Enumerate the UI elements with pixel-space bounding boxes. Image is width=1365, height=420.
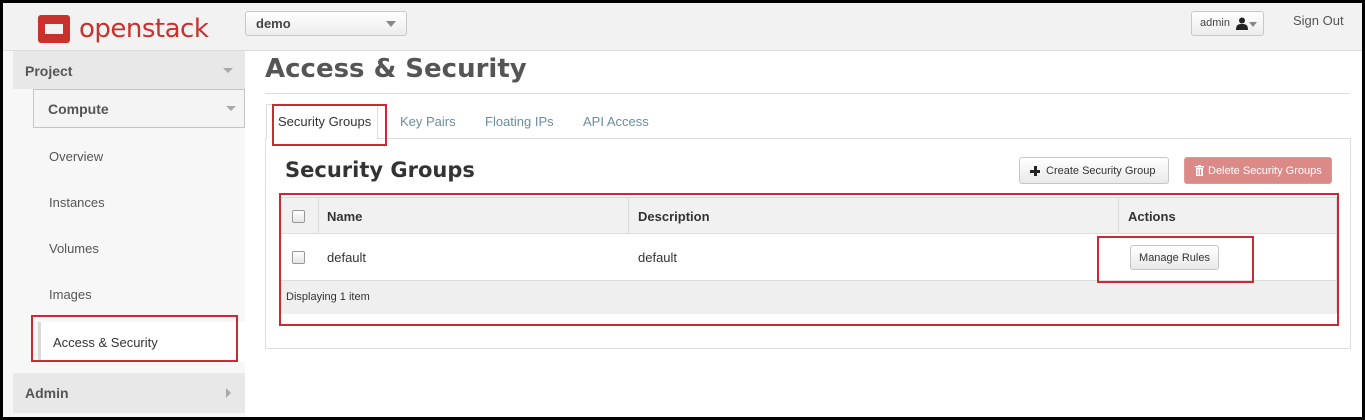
sidebar-item-volumes[interactable]: Volumes	[49, 241, 99, 256]
sidebar-item-access-security[interactable]: Access & Security	[38, 322, 245, 362]
user-icon	[1236, 17, 1248, 30]
column-header-actions: Actions	[1128, 209, 1176, 224]
column-header-description[interactable]: Description	[638, 209, 710, 224]
tab-floating-ips[interactable]: Floating IPs	[485, 114, 554, 129]
sidebar-subsection-label: Compute	[48, 101, 109, 117]
sidebar-item-overview[interactable]: Overview	[49, 149, 103, 164]
table-footer: Displaying 1 item	[281, 281, 1336, 314]
logo-text: openstack	[79, 14, 209, 44]
chevron-down-icon	[386, 21, 396, 27]
sidebar: Project Compute Overview Instances Volum…	[3, 51, 245, 417]
create-security-group-button[interactable]: Create Security Group	[1019, 157, 1169, 184]
sidebar-section-label: Project	[25, 63, 73, 79]
table-header: Name Description Actions	[281, 198, 1336, 234]
page-title: Access & Security	[265, 54, 527, 84]
sign-out-link[interactable]: Sign Out	[1293, 13, 1344, 28]
top-navbar: openstack demo admin Sign Out	[3, 3, 1362, 51]
openstack-logo[interactable]: openstack	[37, 12, 209, 46]
tab-api-access[interactable]: API Access	[583, 114, 649, 129]
chevron-down-icon	[226, 106, 236, 111]
tab-key-pairs[interactable]: Key Pairs	[400, 114, 456, 129]
cell-name: default	[327, 250, 367, 265]
sidebar-subsection-compute[interactable]: Compute	[33, 89, 245, 128]
title-divider	[265, 93, 1350, 94]
column-header-name[interactable]: Name	[327, 209, 362, 224]
chevron-right-icon	[226, 388, 231, 398]
delete-button-label: Delete Security Groups	[1208, 164, 1322, 177]
manage-rules-button[interactable]: Manage Rules	[1130, 245, 1219, 270]
user-menu[interactable]: admin	[1191, 11, 1264, 36]
delete-security-groups-button[interactable]: Delete Security Groups	[1184, 157, 1332, 184]
tab-security-groups[interactable]: Security Groups	[278, 114, 371, 129]
chevron-down-icon	[1249, 22, 1257, 27]
table-row: default default Manage Rules	[281, 234, 1336, 281]
trash-icon	[1195, 165, 1204, 176]
security-groups-table: Name Description Actions default default…	[280, 197, 1337, 314]
plus-icon	[1030, 165, 1040, 176]
project-select-value: demo	[256, 16, 291, 31]
sidebar-item-images[interactable]: Images	[49, 287, 92, 302]
cell-description: default	[638, 250, 678, 265]
openstack-logo-icon	[37, 12, 71, 46]
sidebar-section-project[interactable]: Project	[13, 51, 245, 89]
chevron-down-icon	[223, 68, 233, 73]
create-button-label: Create Security Group	[1046, 164, 1156, 177]
sidebar-section-label: Admin	[25, 385, 69, 401]
select-all-checkbox[interactable]	[292, 210, 305, 223]
user-menu-label: admin	[1200, 17, 1230, 29]
project-select[interactable]: demo	[245, 11, 407, 36]
section-title: Security Groups	[285, 158, 475, 182]
sidebar-item-instances[interactable]: Instances	[49, 195, 105, 210]
sidebar-section-admin[interactable]: Admin	[13, 373, 245, 413]
sidebar-item-label: Access & Security	[53, 335, 158, 350]
item-count: Displaying 1 item	[286, 291, 370, 303]
row-checkbox[interactable]	[292, 251, 305, 264]
